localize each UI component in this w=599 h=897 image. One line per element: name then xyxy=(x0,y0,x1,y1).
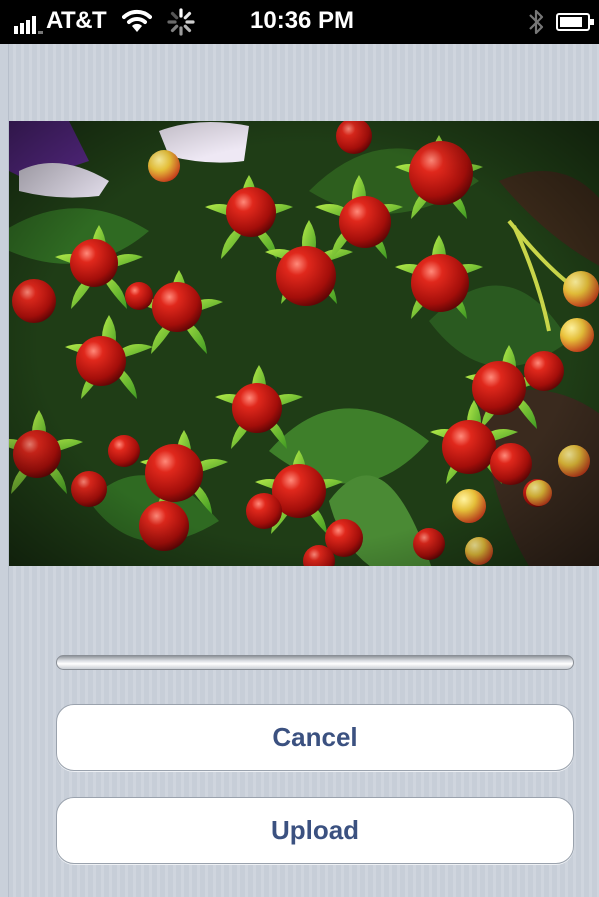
upload-button-label: Upload xyxy=(270,815,360,845)
bluetooth-icon xyxy=(529,9,544,35)
cancel-button-label: Cancel xyxy=(272,722,358,752)
wifi-icon xyxy=(122,9,152,32)
status-bar: AT&T 10:36 PM xyxy=(0,0,599,44)
battery-icon xyxy=(556,13,594,31)
cancel-button[interactable]: Cancel xyxy=(56,704,574,771)
photo-preview xyxy=(9,121,599,566)
carrier-name: AT&T xyxy=(46,7,107,34)
activity-icon xyxy=(167,8,195,36)
upload-button[interactable]: Upload xyxy=(56,797,574,864)
status-time: 10:36 PM xyxy=(250,7,355,34)
upload-progress-bar xyxy=(56,655,574,670)
left-frame-edge xyxy=(0,0,9,897)
signal-icon xyxy=(14,10,43,34)
